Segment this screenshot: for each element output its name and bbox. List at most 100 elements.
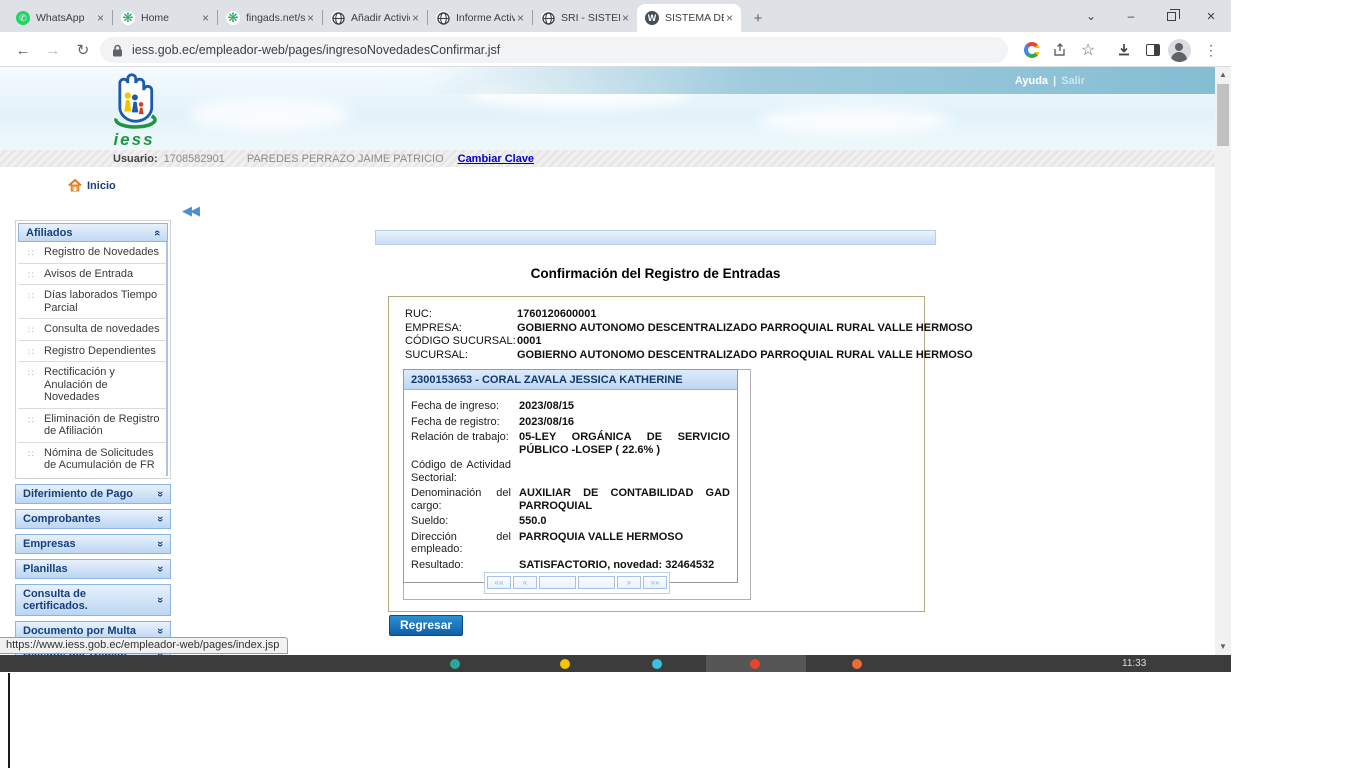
sidebar-item-avisos-de-entrada[interactable]: ∷Avisos de Entrada <box>18 264 166 286</box>
close-icon[interactable]: × <box>620 11 631 25</box>
sidebar-item-nomina-solicitudes[interactable]: ∷Nómina de Solicitudes de Acumulación de… <box>18 443 166 476</box>
taskbar-app-icon[interactable] <box>750 659 760 669</box>
bullet-icon: ∷ <box>28 247 34 260</box>
share-icon[interactable] <box>1047 37 1073 63</box>
scroll-down-icon[interactable]: ▼ <box>1215 639 1231 655</box>
taskbar-clock: 11:33 <box>1122 658 1146 669</box>
site-icon: ❋ <box>121 11 135 25</box>
tab-whatsapp[interactable]: ✆ WhatsApp × <box>8 4 112 32</box>
user-bar: Usuario: 1708582901 PAREDES PERRAZO JAIM… <box>0 150 1215 167</box>
tab-label: SISTEMA DE EMP <box>665 12 724 24</box>
company-row-sucursal: SUCURSAL:GOBIERNO AUTONOMO DESCENTRALIZA… <box>405 349 917 363</box>
sidebar-section-comprobantes[interactable]: Comprobantes» <box>15 509 171 529</box>
bullet-icon: ∷ <box>28 269 34 282</box>
pagination-first-button[interactable]: «« <box>487 576 511 589</box>
tab-label: SRI - SISTEMA DE <box>561 12 620 24</box>
bullet-icon: ∷ <box>28 324 34 337</box>
cambiar-clave-link[interactable]: Cambiar Clave <box>458 153 534 165</box>
panel-header-strip <box>375 230 936 245</box>
tab-fingads[interactable]: ❋ fingads.net/sl2/a × <box>218 4 322 32</box>
pagination-page-button[interactable] <box>578 576 615 589</box>
whatsapp-icon: ✆ <box>16 11 30 25</box>
sidebar-item-rectificacion-anulacion[interactable]: ∷Rectificación y Anulación de Novedades <box>18 362 166 409</box>
close-icon[interactable]: × <box>200 11 211 25</box>
sidebar-item-registro-dependientes[interactable]: ∷Registro Dependientes <box>18 341 166 363</box>
usuario-name: PAREDES PERRAZO JAIME PATRICIO <box>247 153 444 165</box>
address-bar[interactable]: iess.gob.ec/empleador-web/pages/ingresoN… <box>100 37 1008 63</box>
confirmation-panel: Confirmación del Registro de Entradas RU… <box>375 230 936 650</box>
forward-icon[interactable]: → <box>40 37 66 63</box>
sidebar-section-diferimiento[interactable]: Diferimiento de Pago» <box>15 484 171 504</box>
chevron-down-icon: » <box>154 565 166 571</box>
back-icon[interactable]: ← <box>10 37 36 63</box>
windows-taskbar[interactable]: 11:33 <box>0 655 1231 672</box>
inicio-link[interactable]: Inicio <box>68 179 116 192</box>
close-icon[interactable]: × <box>410 11 421 25</box>
tab-label: Informe Actividad <box>456 12 515 24</box>
sidebar-section-empresas[interactable]: Empresas» <box>15 534 171 554</box>
sidebar-section-planillas[interactable]: Planillas» <box>15 559 171 579</box>
taskbar-app-icon[interactable] <box>560 659 570 669</box>
reload-icon[interactable]: ↻ <box>70 37 96 63</box>
profile-avatar[interactable] <box>1166 37 1192 63</box>
employee-row-resultado: Resultado:SATISFACTORIO, novedad: 324645… <box>411 559 730 572</box>
company-row-empresa: EMPRESA:GOBIERNO AUTONOMO DESCENTRALIZAD… <box>405 322 917 336</box>
sidebar-item-dias-laborados[interactable]: ∷Días laborados Tiempo Parcial <box>18 285 166 319</box>
tab-sri[interactable]: SRI - SISTEMA DE × <box>533 4 637 32</box>
bullet-icon: ∷ <box>28 346 34 359</box>
restore-button[interactable] <box>1151 0 1191 32</box>
pagination-prev-button[interactable]: « <box>513 576 537 589</box>
page-scrollbar[interactable]: ▲ ▼ <box>1215 67 1231 655</box>
tab-search-icon[interactable]: ⌄ <box>1071 0 1111 32</box>
tab-label: fingads.net/sl2/a <box>246 12 305 24</box>
tab-anadir-actividad[interactable]: Añadir Actividad × <box>323 4 427 32</box>
close-icon[interactable]: × <box>515 11 526 25</box>
tab-sistema-de-emp-active[interactable]: W SISTEMA DE EMP × <box>637 4 741 32</box>
company-row-ruc: RUC:1760120600001 <box>405 308 917 322</box>
tab-home[interactable]: ❋ Home × <box>113 4 217 32</box>
minimize-button[interactable]: – <box>1111 0 1151 32</box>
remote-desktop: ✆ WhatsApp × ❋ Home × ❋ fingads.net/sl2/… <box>0 0 1231 672</box>
tab-label: Añadir Actividad <box>351 12 410 24</box>
pagination: ««« »»» <box>404 572 750 594</box>
sidebar-item-registro-de-novedades[interactable]: ∷Registro de Novedades <box>18 242 166 264</box>
browser-menu-icon[interactable]: ⋮ <box>1198 37 1224 63</box>
company-row-codigo-sucursal: CÓDIGO SUCURSAL:0001 <box>405 335 917 349</box>
google-icon[interactable] <box>1019 37 1045 63</box>
bookmark-star-icon[interactable]: ☆ <box>1075 37 1101 63</box>
scroll-up-icon[interactable]: ▲ <box>1215 67 1231 83</box>
iess-logo: iess <box>104 69 164 150</box>
taskbar-app-icon[interactable] <box>450 659 460 669</box>
site-icon: ❋ <box>226 11 240 25</box>
tab-label: Home <box>141 12 200 24</box>
sidebar-section-consulta-certificados[interactable]: Consulta de certificados.» <box>15 584 171 616</box>
close-icon[interactable]: × <box>95 11 106 25</box>
side-panel-icon[interactable] <box>1140 37 1166 63</box>
pagination-next-button[interactable]: » <box>617 576 641 589</box>
window-controls: ⌄ – × <box>1071 0 1231 32</box>
taskbar-app-icon[interactable] <box>652 659 662 669</box>
new-tab-button[interactable]: + <box>745 5 771 31</box>
pagination-last-button[interactable]: »» <box>643 576 667 589</box>
close-window-button[interactable]: × <box>1191 0 1231 32</box>
sidebar-collapse-icon[interactable]: ◀◀ <box>182 203 198 219</box>
home-icon <box>68 179 82 192</box>
sidebar-item-consulta-de-novedades[interactable]: ∷Consulta de novedades <box>18 319 166 341</box>
usuario-id: 1708582901 <box>164 153 225 165</box>
wordpress-icon: W <box>645 11 659 25</box>
pagination-page-button[interactable] <box>539 576 576 589</box>
close-icon[interactable]: × <box>305 11 316 25</box>
download-icon[interactable] <box>1111 37 1137 63</box>
scrollbar-thumb[interactable] <box>1217 84 1229 146</box>
sidebar-section-afiliados[interactable]: Afiliados « <box>18 223 168 242</box>
taskbar-app-icon[interactable] <box>852 659 862 669</box>
chevron-down-icon: » <box>154 515 166 521</box>
salir-link[interactable]: Salir <box>1061 75 1085 87</box>
sidebar-item-eliminacion-registro[interactable]: ∷Eliminación de Registro de Afiliación <box>18 409 166 443</box>
chevron-up-icon: « <box>151 229 163 235</box>
regresar-button[interactable]: Regresar <box>389 615 463 636</box>
close-icon[interactable]: × <box>724 11 735 25</box>
ayuda-link[interactable]: Ayuda <box>1015 75 1048 87</box>
employee-results-container: 2300153653 - CORAL ZAVALA JESSICA KATHER… <box>403 369 751 600</box>
tab-informe-actividad[interactable]: Informe Actividad × <box>428 4 532 32</box>
